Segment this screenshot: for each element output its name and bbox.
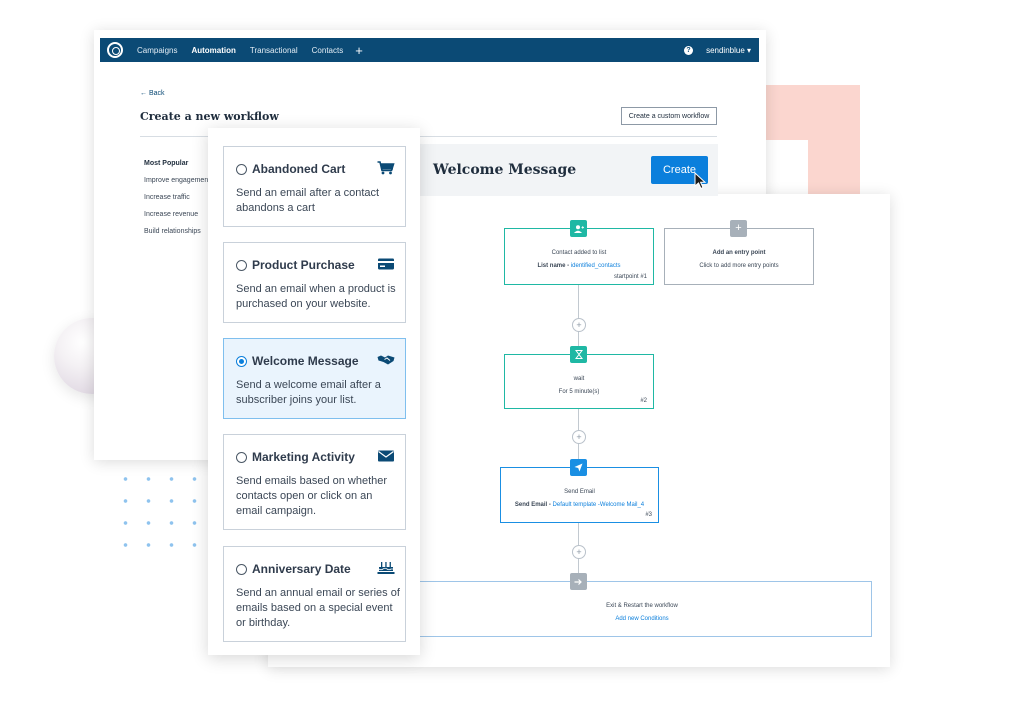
- create-custom-workflow-button[interactable]: Create a custom workflow: [621, 107, 717, 125]
- nav-right-group: ? sendinblue ▾: [684, 45, 751, 55]
- template-description: Send an email when a product is purchase…: [236, 283, 396, 310]
- hourglass-icon: [570, 346, 587, 363]
- workflow-title: Welcome Message: [433, 162, 577, 178]
- send-email-node-number: #3: [645, 512, 652, 518]
- category-list: Most Popular Improve engagement Increase…: [144, 160, 210, 245]
- nav-item-automation[interactable]: Automation: [191, 46, 235, 55]
- template-title: Welcome Message: [252, 354, 359, 368]
- nav-item-transactional[interactable]: Transactional: [250, 46, 298, 55]
- add-step-button[interactable]: +: [572, 430, 586, 444]
- template-description: Send an annual email or series of emails…: [236, 587, 400, 629]
- send-email-label: Send Email -: [514, 502, 553, 508]
- account-menu[interactable]: sendinblue ▾: [706, 46, 751, 55]
- exit-node-title: Exit & Restart the workflow: [606, 603, 678, 609]
- category-build-relationships[interactable]: Build relationships: [144, 228, 210, 245]
- template-card-welcome-message[interactable]: Welcome Message Send a welcome email aft…: [223, 338, 406, 419]
- template-card-abandoned-cart[interactable]: Abandoned Cart Send an email after a con…: [223, 146, 406, 227]
- start-node-title: Contact added to list: [551, 250, 607, 256]
- page-title: Create a new workflow: [140, 110, 279, 123]
- sendinblue-logo-icon[interactable]: [107, 42, 123, 58]
- exit-arrow-icon: [570, 573, 587, 590]
- radio-button-selected[interactable]: [236, 355, 247, 367]
- nav-item-campaigns[interactable]: Campaigns: [137, 46, 177, 55]
- nav-item-contacts[interactable]: Contacts: [312, 46, 344, 55]
- back-link[interactable]: ← Back: [140, 90, 165, 97]
- start-node-list: List name - identified_contacts: [505, 263, 653, 269]
- template-title: Abandoned Cart: [252, 162, 346, 176]
- start-node-number: startpoint #1: [613, 274, 647, 280]
- template-card-anniversary-date[interactable]: Anniversary Date Send an annual email or…: [223, 546, 406, 642]
- list-name-value[interactable]: identified_contacts: [571, 263, 621, 269]
- send-email-node-template: Send Email - Default template -Welcome M…: [501, 502, 658, 508]
- exit-node[interactable]: Exit & Restart the workflow Add new Cond…: [412, 581, 872, 637]
- decorative-dot-grid: [114, 468, 204, 548]
- template-description: Send emails based on whether contacts op…: [236, 475, 388, 517]
- category-most-popular[interactable]: Most Popular: [144, 160, 210, 177]
- radio-button[interactable]: [236, 163, 247, 175]
- template-picker: Abandoned Cart Send an email after a con…: [208, 128, 420, 655]
- send-email-node-title: Send Email: [564, 489, 595, 495]
- cake-icon: [377, 562, 395, 574]
- nav-add-icon[interactable]: +: [355, 44, 363, 57]
- template-card-header: Welcome Message: [236, 354, 359, 368]
- mouse-cursor-icon: [694, 172, 707, 190]
- contact-added-icon: [570, 220, 587, 237]
- top-navbar: Campaigns Automation Transactional Conta…: [100, 38, 759, 62]
- template-description: Send a welcome email after a subscriber …: [236, 379, 381, 406]
- add-step-button[interactable]: +: [572, 318, 586, 332]
- decorative-pink-cutout: [766, 140, 808, 197]
- template-card-header: Product Purchase: [236, 258, 355, 272]
- template-title: Marketing Activity: [252, 450, 355, 464]
- wait-node-title: wait: [573, 376, 585, 382]
- envelope-icon: [378, 450, 394, 462]
- entry-node-subtitle: Click to add more entry points: [699, 263, 779, 269]
- wait-node-subtitle: For 5 minute(s): [558, 389, 600, 395]
- help-icon[interactable]: ?: [684, 45, 694, 55]
- list-name-label: List name -: [537, 263, 571, 269]
- radio-button[interactable]: [236, 563, 247, 575]
- template-card-header: Anniversary Date: [236, 562, 351, 576]
- template-description: Send an email after a contact abandons a…: [236, 187, 380, 214]
- credit-card-icon: [378, 258, 394, 270]
- template-card-product-purchase[interactable]: Product Purchase Send an email when a pr…: [223, 242, 406, 323]
- template-title: Anniversary Date: [252, 562, 351, 576]
- template-card-header: Marketing Activity: [236, 450, 355, 464]
- paper-plane-icon: [570, 459, 587, 476]
- add-step-button[interactable]: +: [572, 545, 586, 559]
- template-card-marketing-activity[interactable]: Marketing Activity Send emails based on …: [223, 434, 406, 530]
- radio-button[interactable]: [236, 451, 247, 463]
- add-new-conditions-link[interactable]: Add new Conditions: [413, 616, 871, 622]
- handshake-icon: [377, 355, 395, 365]
- template-card-header: Abandoned Cart: [236, 162, 345, 176]
- category-improve-engagement[interactable]: Improve engagement: [144, 177, 210, 194]
- category-increase-traffic[interactable]: Increase traffic: [144, 194, 210, 211]
- send-email-template-link[interactable]: Default template -Welcome Mail_4: [553, 502, 645, 508]
- wait-node-number: #2: [640, 398, 647, 404]
- cart-icon: [377, 161, 395, 175]
- category-increase-revenue[interactable]: Increase revenue: [144, 211, 210, 228]
- radio-button[interactable]: [236, 259, 247, 271]
- entry-node-title: Add an entry point: [712, 250, 766, 256]
- add-entry-icon[interactable]: +: [730, 220, 747, 237]
- template-title: Product Purchase: [252, 258, 355, 272]
